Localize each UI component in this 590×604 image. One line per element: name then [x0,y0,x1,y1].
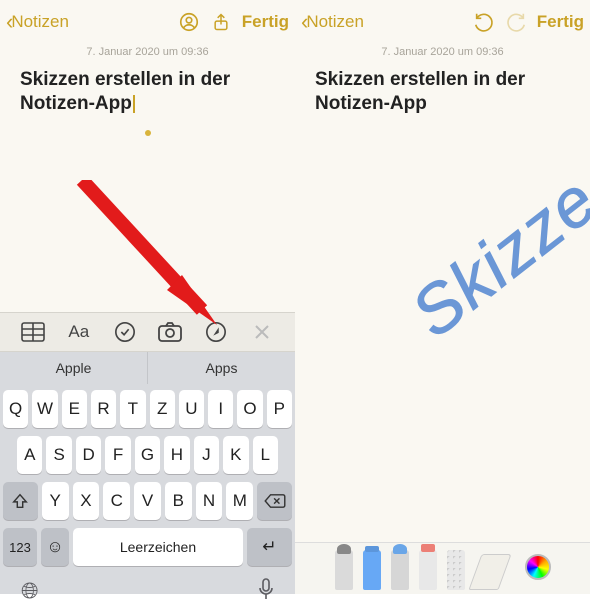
color-picker[interactable] [525,554,551,580]
back-label: Notizen [11,12,69,32]
key-y[interactable]: Y [42,482,69,520]
key-row-4: 123 ☺ Leerzeichen ↵ [3,528,292,566]
text-cursor [133,95,135,113]
key-r[interactable]: R [91,390,116,428]
return-key[interactable]: ↵ [247,528,292,566]
back-label: Notizen [306,12,364,32]
globe-icon[interactable]: 🌐︎ [21,578,39,604]
space-key[interactable]: Leerzeichen [73,528,243,566]
key-c[interactable]: C [103,482,130,520]
redo-icon [505,11,527,33]
done-button[interactable]: Fertig [537,12,584,32]
key-u[interactable]: U [179,390,204,428]
camera-icon[interactable] [157,319,183,345]
dictation-icon[interactable] [258,578,274,604]
key-z[interactable]: Z [150,390,175,428]
suggestion-bar: Apple Apps [0,352,295,384]
pen-tool[interactable] [335,550,353,590]
key-e[interactable]: E [62,390,87,428]
phone-right: ‹ Notizen Fertig 7. Januar 2020 um 09:36… [295,0,590,594]
key-v[interactable]: V [134,482,161,520]
key-row-3: YXCVBNM [3,482,292,520]
numbers-key[interactable]: 123 [3,528,37,566]
key-row-2: ASDFGHJKL [3,436,292,474]
key-d[interactable]: D [76,436,101,474]
nav-bar: ‹ Notizen Fertig [0,0,295,44]
page-dot [145,130,151,136]
key-k[interactable]: K [223,436,248,474]
eraser-tool[interactable] [419,550,437,590]
suggestion-2[interactable]: Apps [148,352,295,384]
key-b[interactable]: B [165,482,192,520]
close-icon[interactable] [249,319,275,345]
key-q[interactable]: Q [3,390,28,428]
checklist-icon[interactable] [112,319,138,345]
key-m[interactable]: M [226,482,253,520]
key-w[interactable]: W [32,390,57,428]
backspace-key[interactable] [257,482,292,520]
nav-bar: ‹ Notizen Fertig [295,0,590,44]
lasso-tool[interactable] [447,550,465,590]
key-j[interactable]: J [194,436,219,474]
back-button[interactable]: ‹ Notizen [301,9,364,35]
pencil-tool[interactable] [391,550,409,590]
undo-icon[interactable] [473,11,495,33]
key-n[interactable]: N [196,482,223,520]
share-icon[interactable] [210,11,232,33]
drawing-tools [295,542,590,594]
back-button[interactable]: ‹ Notizen [6,9,69,35]
done-button[interactable]: Fertig [242,12,289,32]
key-p[interactable]: P [267,390,292,428]
note-timestamp: 7. Januar 2020 um 09:36 [0,46,295,58]
phone-left: ‹ Notizen Fertig 7. Januar 2020 um 09:36… [0,0,295,594]
text-format-icon[interactable]: Aa [66,319,92,345]
markup-icon[interactable] [203,319,229,345]
key-f[interactable]: F [105,436,130,474]
note-title: Skizzen erstellen in der Notizen-App [295,58,590,116]
marker-tool[interactable] [363,550,381,590]
key-o[interactable]: O [237,390,262,428]
keyboard: QWERTZUIOP ASDFGHJKL YXCVBNM 123 ☺ Leerz… [0,384,295,594]
key-s[interactable]: S [46,436,71,474]
key-t[interactable]: T [120,390,145,428]
key-a[interactable]: A [17,436,42,474]
note-timestamp: 7. Januar 2020 um 09:36 [295,46,590,58]
note-title[interactable]: Skizzen erstellen in der Notizen-App [0,58,295,116]
sketch-canvas[interactable]: Skizze [295,120,590,534]
ruler-tool[interactable] [468,554,511,590]
svg-text:Skizze: Skizze [397,161,590,352]
suggestion-1[interactable]: Apple [0,352,148,384]
key-x[interactable]: X [73,482,100,520]
emoji-key[interactable]: ☺ [41,528,69,566]
table-icon[interactable] [20,319,46,345]
key-row-1: QWERTZUIOP [3,390,292,428]
people-icon[interactable] [178,11,200,33]
key-h[interactable]: H [164,436,189,474]
key-i[interactable]: I [208,390,233,428]
shift-key[interactable] [3,482,38,520]
key-l[interactable]: L [253,436,278,474]
key-g[interactable]: G [135,436,160,474]
note-toolbar: Aa [0,312,295,352]
